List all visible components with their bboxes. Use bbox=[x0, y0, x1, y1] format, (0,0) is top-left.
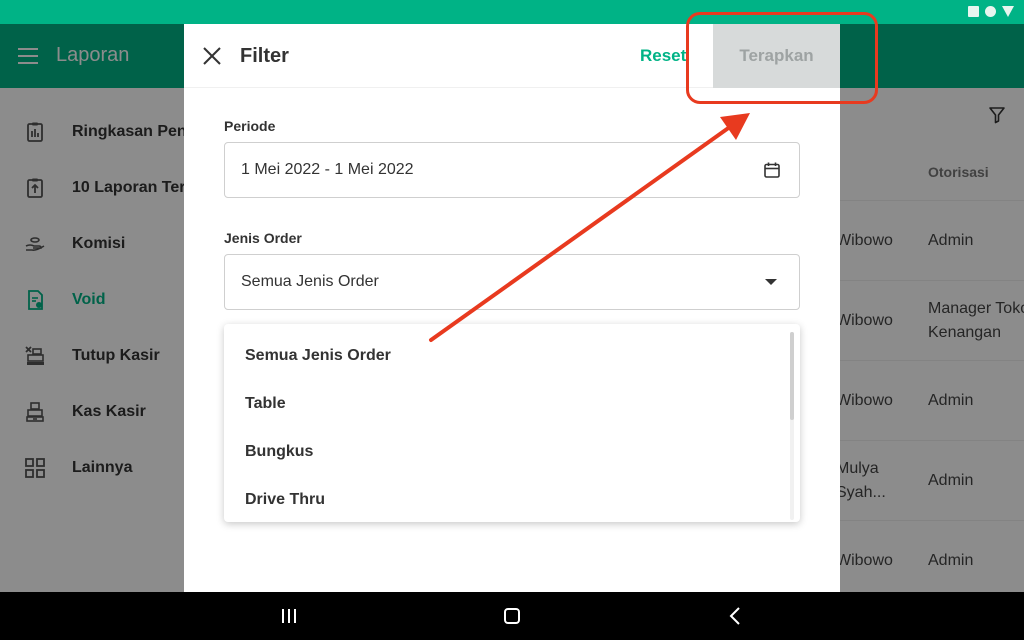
periode-label: Periode bbox=[224, 118, 276, 134]
dropdown-option[interactable]: Drive Thru bbox=[245, 491, 325, 509]
periode-value: 1 Mei 2022 - 1 Mei 2022 bbox=[241, 161, 414, 178]
calendar-icon[interactable] bbox=[763, 161, 781, 179]
status-dot-icon bbox=[985, 6, 996, 17]
jenis-order-select[interactable]: Semua Jenis Order bbox=[224, 254, 800, 310]
status-signal-icon bbox=[1002, 6, 1014, 17]
status-square-icon bbox=[968, 6, 979, 17]
close-icon[interactable] bbox=[202, 46, 222, 66]
annotation-highlight-box bbox=[686, 12, 878, 104]
back-icon[interactable] bbox=[726, 606, 746, 626]
dropdown-scrollbar[interactable] bbox=[790, 332, 794, 420]
jenis-order-label: Jenis Order bbox=[224, 230, 302, 246]
filter-dialog-title: Filter bbox=[240, 45, 289, 67]
jenis-order-value: Semua Jenis Order bbox=[241, 273, 379, 290]
dropdown-option[interactable]: Semua Jenis Order bbox=[245, 347, 391, 365]
filter-dialog: Filter Reset Terapkan Periode 1 Mei 2022… bbox=[184, 24, 840, 592]
system-nav-bar bbox=[0, 592, 1024, 640]
chevron-down-icon bbox=[765, 279, 777, 285]
reset-button[interactable]: Reset bbox=[640, 46, 690, 66]
home-icon[interactable] bbox=[502, 606, 522, 626]
dropdown-option[interactable]: Bungkus bbox=[245, 443, 313, 461]
jenis-order-dropdown: Semua Jenis Order Table Bungkus Drive Th… bbox=[224, 324, 800, 522]
dropdown-option[interactable]: Table bbox=[245, 395, 286, 413]
periode-field[interactable]: 1 Mei 2022 - 1 Mei 2022 bbox=[224, 142, 800, 198]
recent-apps-icon[interactable] bbox=[280, 606, 298, 626]
